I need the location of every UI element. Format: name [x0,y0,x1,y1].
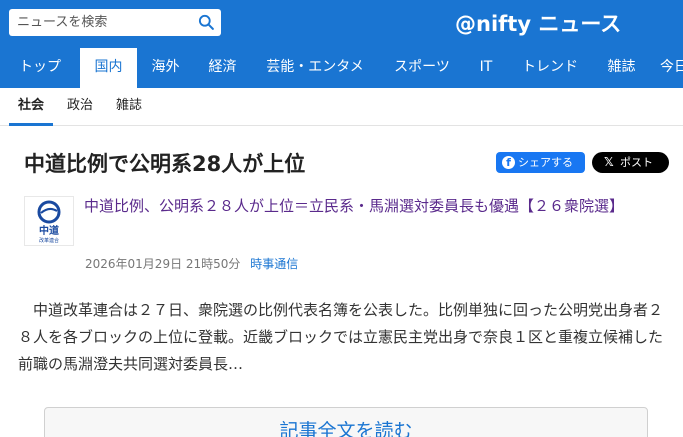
nav-item-world[interactable]: 海外 [137,48,194,88]
site-header: @nifty ニュース トップ 国内 海外 経済 芸能・エンタメ スポーツ IT… [0,0,683,88]
x-post-label: ポスト [620,156,653,169]
nav-item-economy[interactable]: 経済 [194,48,251,88]
nav-item-magazine[interactable]: 雑誌 [593,48,650,88]
article-meta: 2026年01月29日 21時50分 時事通信 [85,255,298,272]
x-post-button[interactable]: 𝕏 ポスト [592,152,669,173]
publisher-link[interactable]: 時事通信 [250,257,298,271]
nav-item-entertainment[interactable]: 芸能・エンタメ [251,48,379,88]
subnav-item-society[interactable]: 社会 [9,88,54,126]
nav-item-today[interactable]: 今日 [650,48,683,88]
subnav-item-magazine[interactable]: 雑誌 [116,88,142,126]
article-date: 2026年01月29日 21時50分 [85,257,241,271]
article-headline-link[interactable]: 中道比例、公明系２８人が上位＝立民系・馬淵選対委員長も優遇【２６衆院選】 [84,195,674,217]
nav-item-top[interactable]: トップ [0,48,80,88]
article-summary: 中道改革連合は２７日、衆院選の比例代表名簿を公表した。比例単独に回った公明党出身… [18,301,664,373]
nav-item-sports[interactable]: スポーツ [379,48,465,88]
x-icon: 𝕏 [604,155,614,169]
publisher-logo-sub: 改革連合 [39,237,59,244]
page-title: 中道比例で公明系28人が上位 [24,152,306,176]
search-icon[interactable] [198,14,215,31]
search-input[interactable] [17,9,197,36]
publisher-logo: 中道 改革連合 [24,196,74,246]
nav-item-domestic[interactable]: 国内 [80,48,137,88]
publisher-logo-main: 中道 [39,224,59,237]
nav-item-it[interactable]: IT [465,48,507,88]
search-box [9,9,221,36]
nav-item-trend[interactable]: トレンド [507,48,593,88]
site-logo[interactable]: @nifty ニュース [455,8,621,38]
publisher-logo-mark: 中道 改革連合 [37,200,61,244]
subnav-item-politics[interactable]: 政治 [67,88,93,126]
facebook-share-label: シェアする [518,156,573,169]
read-full-article-button[interactable]: 記事全文を読む [44,407,648,437]
sub-nav: 社会 政治 雑誌 [0,88,683,126]
facebook-icon: f [502,156,515,169]
facebook-share-button[interactable]: f シェアする [496,152,585,173]
